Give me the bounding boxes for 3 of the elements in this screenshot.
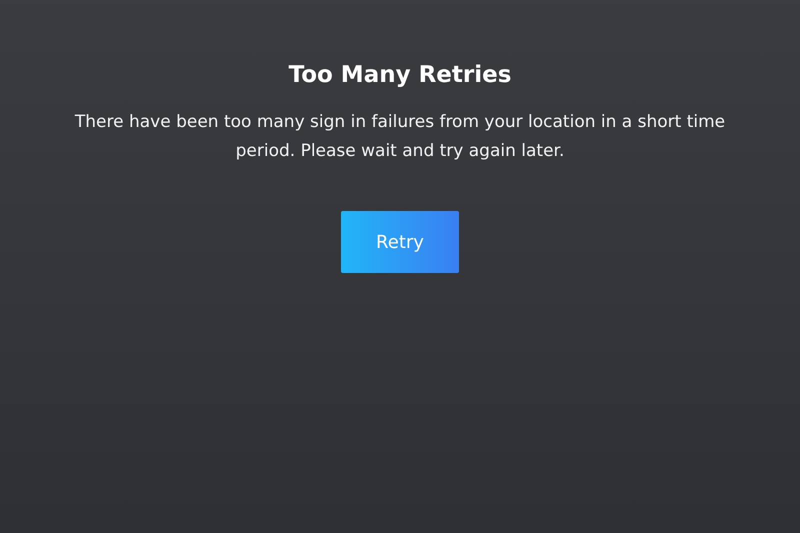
dialog-title: Too Many Retries [288,61,512,90]
retry-button[interactable]: Retry [341,211,459,273]
error-message: There have been too many sign in failures from your location in a short time period. Please wait and try again later. [74,111,726,163]
